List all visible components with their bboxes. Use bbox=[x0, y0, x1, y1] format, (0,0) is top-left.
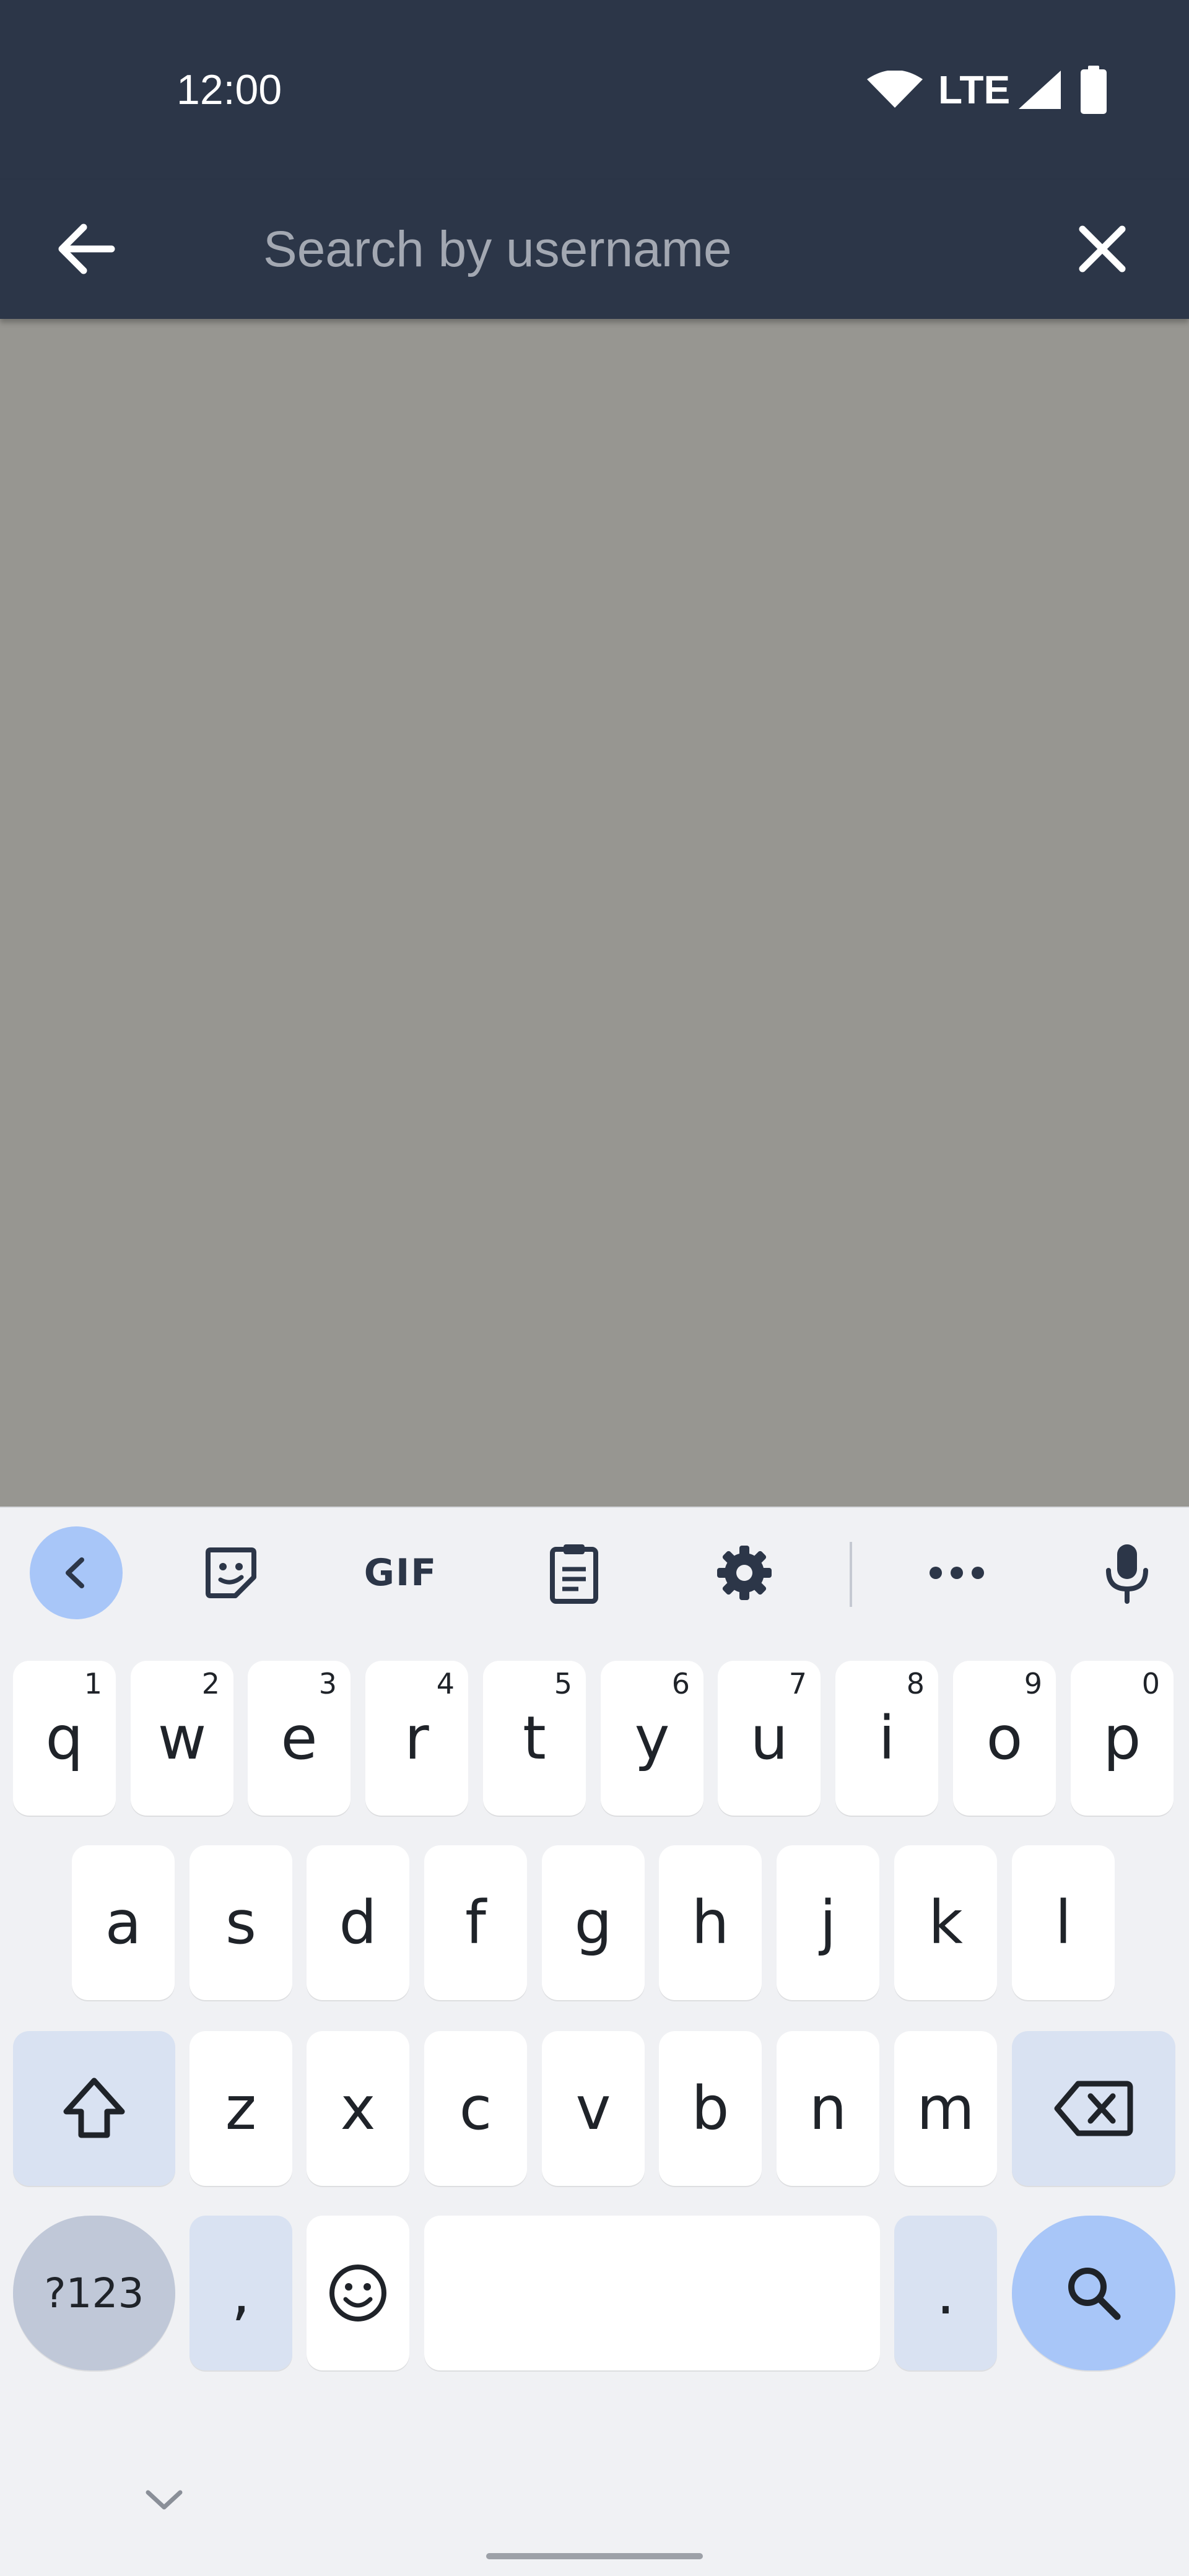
cell-signal-icon bbox=[1019, 71, 1061, 109]
voice-input-button[interactable] bbox=[1081, 1526, 1174, 1619]
key-a[interactable]: a bbox=[72, 1845, 175, 2000]
gif-button[interactable]: GIF bbox=[354, 1526, 447, 1619]
clear-search-button[interactable] bbox=[1062, 209, 1143, 289]
network-type-label: LTE bbox=[938, 67, 1011, 112]
content-scrim[interactable] bbox=[0, 319, 1189, 1507]
soft-keyboard: GIF q 1 w 2 e 3 r 4 t 5 y 6 u 7 i 8 o 9 … bbox=[0, 1507, 1189, 2576]
status-icons: LTE bbox=[867, 62, 1127, 118]
key-w[interactable]: w2 bbox=[131, 1661, 233, 1816]
key-hint: 1 bbox=[84, 1667, 102, 1700]
key-hint: 0 bbox=[1141, 1667, 1160, 1700]
mic-icon bbox=[1106, 1544, 1148, 1604]
gif-label: GIF bbox=[364, 1551, 438, 1595]
clipboard-icon bbox=[550, 1544, 598, 1604]
more-icon bbox=[930, 1567, 984, 1579]
arrow-back-icon bbox=[58, 224, 115, 274]
shift-icon bbox=[63, 2078, 125, 2138]
key-z[interactable]: z bbox=[189, 2031, 292, 2186]
hide-keyboard-chevron-icon[interactable] bbox=[139, 2481, 189, 2518]
period-key[interactable]: . bbox=[894, 2216, 997, 2370]
screen: 12:00 LTE Search by username GIF q 1 w 2… bbox=[0, 0, 1189, 2576]
status-time: 12:00 bbox=[176, 66, 282, 113]
key-d[interactable]: d bbox=[307, 1845, 409, 2000]
search-action-key[interactable] bbox=[1012, 2216, 1175, 2370]
key-l[interactable]: l bbox=[1012, 1845, 1115, 2000]
clipboard-button[interactable] bbox=[528, 1526, 621, 1619]
battery-icon bbox=[1081, 66, 1107, 114]
search-icon bbox=[1068, 2268, 1121, 2320]
gesture-nav-bar[interactable] bbox=[486, 2553, 703, 2559]
key-f[interactable]: f bbox=[424, 1845, 527, 2000]
key-hint: 2 bbox=[201, 1667, 220, 1700]
key-u[interactable]: u7 bbox=[718, 1661, 821, 1816]
key-t[interactable]: t5 bbox=[483, 1661, 586, 1816]
key-hint: 6 bbox=[671, 1667, 690, 1700]
keyboard-collapse-toolbar-button[interactable] bbox=[30, 1526, 123, 1619]
status-bar: 12:00 LTE bbox=[0, 0, 1189, 180]
search-app-bar bbox=[0, 180, 1189, 319]
sticker-button[interactable] bbox=[185, 1526, 277, 1619]
key-g[interactable]: g bbox=[542, 1845, 645, 2000]
key-h[interactable]: h bbox=[659, 1845, 762, 2000]
chevron-left-icon bbox=[66, 1557, 84, 1588]
key-n[interactable]: n bbox=[777, 2031, 879, 2186]
backspace-key[interactable] bbox=[1012, 2031, 1175, 2186]
key-k[interactable]: k bbox=[894, 1845, 997, 2000]
key-hint: 3 bbox=[318, 1667, 337, 1700]
toolbar-divider bbox=[850, 1542, 852, 1607]
key-i[interactable]: i8 bbox=[835, 1661, 938, 1816]
more-options-button[interactable] bbox=[910, 1526, 1003, 1619]
wifi-icon bbox=[867, 71, 923, 108]
settings-button[interactable] bbox=[698, 1526, 791, 1619]
symbols-key[interactable]: ?123 bbox=[13, 2216, 175, 2370]
search-input[interactable] bbox=[263, 204, 1006, 294]
key-x[interactable]: x bbox=[307, 2031, 409, 2186]
gear-icon bbox=[717, 1546, 772, 1600]
key-o[interactable]: o9 bbox=[953, 1661, 1056, 1816]
backspace-icon bbox=[1054, 2081, 1133, 2136]
shift-key[interactable] bbox=[13, 2031, 175, 2186]
key-q[interactable]: q1 bbox=[13, 1661, 116, 1816]
key-e[interactable]: e3 bbox=[248, 1661, 351, 1816]
key-hint: 7 bbox=[788, 1667, 807, 1700]
key-hint: 5 bbox=[554, 1667, 572, 1700]
key-hint: 4 bbox=[436, 1667, 455, 1700]
emoji-icon bbox=[329, 2265, 386, 2321]
sticker-icon bbox=[206, 1547, 256, 1598]
close-icon bbox=[1079, 225, 1126, 272]
key-hint: 8 bbox=[906, 1667, 925, 1700]
keyboard-toolbar: GIF bbox=[0, 1508, 1189, 1644]
key-hint: 9 bbox=[1024, 1667, 1042, 1700]
spacebar-key[interactable] bbox=[424, 2216, 880, 2370]
comma-key[interactable]: , bbox=[189, 2216, 292, 2370]
key-m[interactable]: m bbox=[894, 2031, 997, 2186]
key-j[interactable]: j bbox=[777, 1845, 879, 2000]
key-y[interactable]: y6 bbox=[601, 1661, 703, 1816]
key-s[interactable]: s bbox=[189, 1845, 292, 2000]
key-b[interactable]: b bbox=[659, 2031, 762, 2186]
emoji-key[interactable] bbox=[307, 2216, 409, 2370]
key-p[interactable]: p0 bbox=[1071, 1661, 1174, 1816]
back-button[interactable] bbox=[46, 209, 127, 289]
key-v[interactable]: v bbox=[542, 2031, 645, 2186]
key-r[interactable]: r4 bbox=[365, 1661, 468, 1816]
key-c[interactable]: c bbox=[424, 2031, 527, 2186]
